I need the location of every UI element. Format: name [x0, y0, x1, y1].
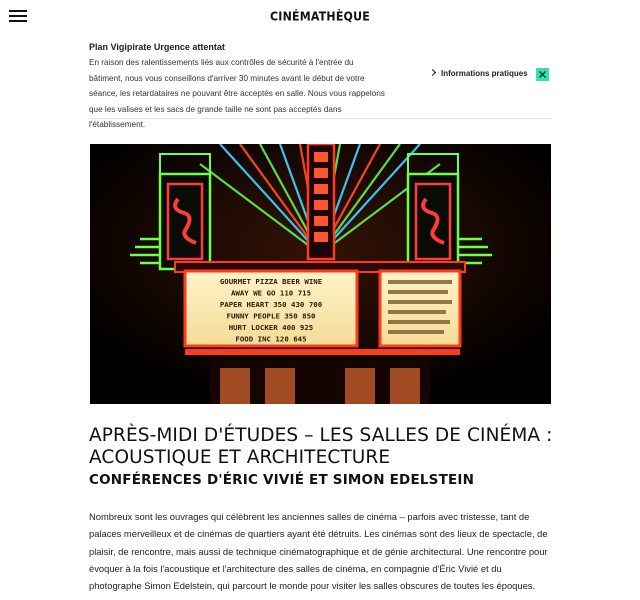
top-bar: CINÉMATHÈQUE [0, 0, 640, 34]
neon-cinema-image: GOURMET PIZZA BEER WINE AWAY WE GO 110 71… [90, 144, 551, 404]
site-logo[interactable]: CINÉMATHÈQUE [0, 9, 640, 24]
marquee-line: PAPER HEART 350 430 700 [220, 300, 322, 309]
close-alert-button[interactable] [536, 68, 549, 81]
marquee-line: FUNNY PEOPLE 350 850 [227, 312, 316, 321]
practical-info-link[interactable]: Informations pratiques [428, 68, 528, 78]
article-title: APRÈS-MIDI D'ÉTUDES – LES SALLES DE CINÉ… [89, 425, 553, 468]
chevron-right-icon [428, 68, 437, 77]
alert-title: Plan Vigipirate Urgence attentat [89, 42, 225, 52]
hero-image: GOURMET PIZZA BEER WINE AWAY WE GO 110 71… [90, 144, 551, 404]
marquee-line: GOURMET PIZZA BEER WINE [220, 277, 322, 286]
page: CINÉMATHÈQUE Plan Vigipirate Urgence att… [0, 0, 640, 600]
article-body: Nombreux sont les ouvrages qui célèbrent… [89, 511, 548, 592]
alert-text: En raison des ralentissements liés aux c… [89, 58, 385, 129]
practical-info-label: Informations pratiques [441, 69, 528, 78]
article-subtitle: CONFÉRENCES D'ÉRIC VIVIÉ ET SIMON EDELST… [89, 472, 475, 488]
close-icon [539, 71, 546, 78]
marquee-line: FOOD INC 120 645 [235, 335, 306, 344]
marquee-line: AWAY WE GO 110 715 [231, 289, 311, 298]
marquee-line: HURT LOCKER 400 925 [229, 323, 314, 332]
security-alert: Plan Vigipirate Urgence attentat En rais… [89, 40, 551, 129]
